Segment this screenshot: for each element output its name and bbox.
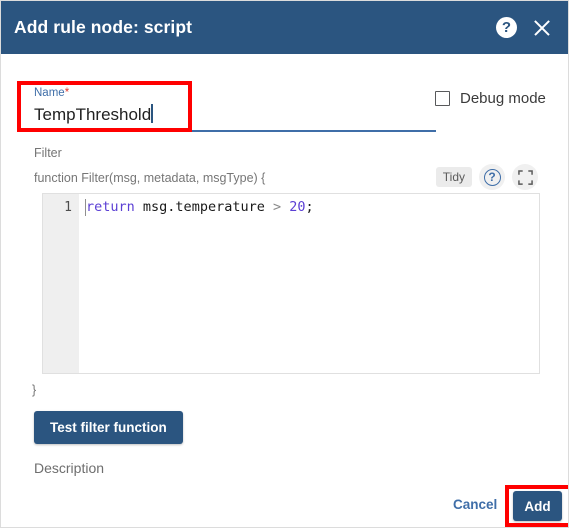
add-rule-node-dialog: Add rule node: script ? Name* TempThresh… [0, 0, 569, 528]
function-closing-brace: } [32, 383, 37, 397]
code-token-operator: > [264, 199, 290, 215]
name-input-underline [34, 130, 436, 132]
name-field-group: Name* TempThreshold [34, 87, 436, 132]
code-token-terminator: ; [305, 199, 314, 215]
name-label-text: Name [34, 87, 65, 99]
editor-help-button[interactable]: ? [479, 164, 505, 190]
debug-mode-checkbox-row[interactable]: Debug mode [435, 90, 546, 107]
name-field-label: Name* [34, 87, 436, 100]
required-marker: * [64, 87, 70, 99]
name-input-row[interactable]: TempThreshold [34, 103, 436, 132]
line-number: 1 [64, 200, 72, 215]
titlebar-actions: ? [496, 17, 553, 39]
function-signature: function Filter(msg, metadata, msgType) … [34, 171, 266, 185]
help-icon[interactable]: ? [496, 17, 517, 38]
question-mark-icon: ? [483, 168, 501, 186]
editor-toolbar: Tidy ? [435, 164, 538, 190]
code-token-identifier: msg.temperature [142, 199, 265, 215]
text-cursor [151, 104, 153, 123]
name-input-value[interactable]: TempThreshold [34, 105, 151, 124]
code-line-1[interactable]: return msg.temperature > 20; [86, 198, 539, 217]
editor-cursor [85, 199, 87, 216]
tidy-button[interactable]: Tidy [435, 167, 472, 187]
fullscreen-expand-icon [517, 169, 533, 185]
fullscreen-button[interactable] [512, 164, 538, 190]
filter-section-label: Filter [34, 146, 62, 160]
debug-mode-checkbox[interactable] [435, 91, 450, 106]
description-label: Description [34, 460, 105, 476]
add-button[interactable]: Add [513, 491, 562, 521]
debug-mode-label: Debug mode [460, 90, 546, 107]
dialog-title: Add rule node: script [14, 17, 193, 37]
close-icon[interactable] [531, 17, 553, 39]
code-token-keyword: return [86, 199, 135, 215]
cancel-button[interactable]: Cancel [453, 497, 497, 512]
test-filter-function-button[interactable]: Test filter function [34, 411, 183, 444]
code-editor[interactable]: 1 return msg.temperature > 20; [42, 193, 540, 374]
editor-code-area[interactable]: return msg.temperature > 20; [79, 194, 539, 373]
dialog-titlebar: Add rule node: script ? [1, 1, 568, 54]
editor-gutter: 1 [43, 194, 79, 373]
code-token-number: 20 [289, 199, 306, 215]
